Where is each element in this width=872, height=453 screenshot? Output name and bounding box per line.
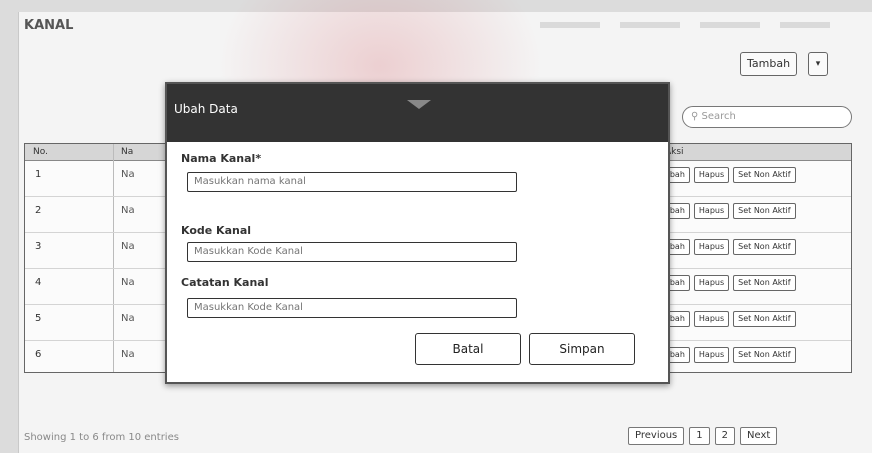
caret-down-icon <box>407 100 431 109</box>
delete-button[interactable]: Hapus <box>693 203 730 219</box>
top-placeholder-bar <box>540 22 830 28</box>
save-button[interactable]: Simpan <box>529 333 635 365</box>
next-page-button[interactable]: Next <box>740 427 778 445</box>
search-input[interactable]: ⚲ Search <box>682 106 852 128</box>
dialog-header: Ubah Data <box>167 84 668 142</box>
row-name: Na <box>121 205 135 216</box>
edit-dialog: Ubah Data Nama Kanal* Kode Kanal Catatan… <box>165 82 670 384</box>
previous-page-button[interactable]: Previous <box>628 427 685 445</box>
page-2-button[interactable]: 2 <box>714 427 736 445</box>
row-name: Na <box>121 169 135 180</box>
channel-code-input[interactable] <box>187 242 517 262</box>
deactivate-button[interactable]: Set Non Aktif <box>733 275 796 291</box>
row-name: Na <box>121 349 135 360</box>
delete-button[interactable]: Hapus <box>693 347 730 363</box>
header-no: No. <box>33 147 48 157</box>
row-no: 2 <box>35 205 42 216</box>
deactivate-button[interactable]: Set Non Aktif <box>733 167 796 183</box>
search-placeholder: Search <box>701 111 736 122</box>
channel-notes-input[interactable] <box>187 298 517 318</box>
pagination-info: Showing 1 to 6 from 10 entries <box>24 432 179 443</box>
row-name: Na <box>121 313 135 324</box>
deactivate-button[interactable]: Set Non Aktif <box>733 203 796 219</box>
row-no: 4 <box>35 277 42 288</box>
delete-button[interactable]: Hapus <box>693 275 730 291</box>
channel-notes-label: Catatan Kanal <box>181 276 269 289</box>
dialog-title: Ubah Data <box>174 102 238 116</box>
row-no: 5 <box>35 313 42 324</box>
row-no: 3 <box>35 241 42 252</box>
row-name: Na <box>121 277 135 288</box>
deactivate-button[interactable]: Set Non Aktif <box>733 347 796 363</box>
chevron-down-icon[interactable]: ▾ <box>808 52 828 76</box>
pagination: Previous 1 2 Next <box>628 427 778 445</box>
deactivate-button[interactable]: Set Non Aktif <box>733 239 796 255</box>
search-icon: ⚲ <box>691 111 699 122</box>
delete-button[interactable]: Hapus <box>693 167 730 183</box>
row-name: Na <box>121 241 135 252</box>
channel-name-input[interactable] <box>187 172 517 192</box>
cancel-button[interactable]: Batal <box>415 333 521 365</box>
header-name: Na <box>121 147 134 157</box>
row-no: 1 <box>35 169 42 180</box>
add-button[interactable]: Tambah <box>740 52 798 76</box>
delete-button[interactable]: Hapus <box>693 311 730 327</box>
delete-button[interactable]: Hapus <box>693 239 730 255</box>
page-1-button[interactable]: 1 <box>689 427 710 445</box>
channel-name-label: Nama Kanal* <box>181 152 262 165</box>
page-title: KANAL <box>24 18 74 33</box>
row-no: 6 <box>35 349 42 360</box>
deactivate-button[interactable]: Set Non Aktif <box>733 311 796 327</box>
channel-code-label: Kode Kanal <box>181 224 252 237</box>
